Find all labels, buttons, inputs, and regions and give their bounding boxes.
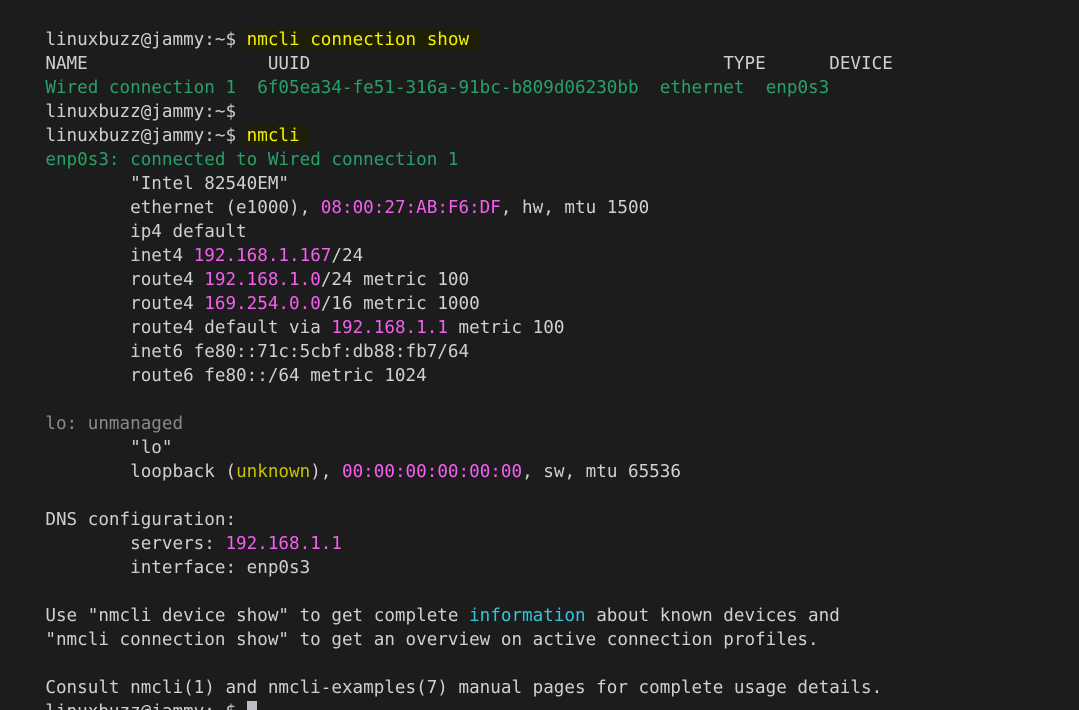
help-line3-text: Consult nmcli(1) and nmcli-examples(7) m… <box>45 678 882 698</box>
column-header-name: NAME <box>45 54 87 74</box>
route4-b-address: 169.254.0.0 <box>204 294 321 314</box>
help-line-3: Consult nmcli(1) and nmcli-examples(7) m… <box>3 652 1079 676</box>
route6-text: route6 fe80::/64 metric 1024 <box>130 366 427 386</box>
dns-servers-value: 192.168.1.1 <box>225 534 342 554</box>
prompt-space-2 <box>236 126 247 146</box>
dns-configuration-title: DNS configuration: <box>3 484 1079 508</box>
command-nmcli[interactable]: nmcli <box>247 126 300 146</box>
mac-address-lo: 00:00:00:00:00:00 <box>342 462 522 482</box>
shell-prompt-3: linuxbuzz@jammy:~$ <box>45 126 236 146</box>
product-name-enp0s3: "Intel 82540EM" <box>130 174 289 194</box>
indent <box>45 318 130 338</box>
dns-interface-value: enp0s3 <box>247 558 311 578</box>
route4-a-label: route4 <box>130 270 204 290</box>
driver-mid-lo: ), <box>310 462 342 482</box>
prompt-space <box>236 30 247 50</box>
device-status-enp0s3: connected to Wired connection 1 <box>130 150 458 170</box>
route4-a-address: 192.168.1.0 <box>204 270 321 290</box>
indent <box>45 438 130 458</box>
terminal-window[interactable]: linuxbuzz@jammy:~$ linuxbuzz@jammy:~$ nm… <box>0 0 1079 710</box>
indent <box>45 198 130 218</box>
cell-connection-type: ethernet <box>660 78 745 98</box>
indent <box>45 342 130 362</box>
indent <box>45 222 130 242</box>
gap-2 <box>310 54 723 74</box>
gap-3 <box>766 54 830 74</box>
gap-6 <box>745 78 766 98</box>
driver-suffix-enp0s3: , hw, mtu 1500 <box>501 198 649 218</box>
route4-c-label: route4 default via <box>130 318 331 338</box>
dns-servers-label: servers: <box>130 534 225 554</box>
column-header-device: DEVICE <box>829 54 893 74</box>
shell-prompt: linuxbuzz@jammy:~$ <box>45 30 236 50</box>
shell-prompt-4: linuxbuzz@jammy:~$ <box>45 702 236 710</box>
indent <box>45 558 130 578</box>
help-line1-part-b: about known devices and <box>586 606 840 626</box>
cell-connection-uuid: 6f05ea34-fe51-316a-91bc-b809d06230bb <box>257 78 638 98</box>
driver-label-enp0s3: ethernet (e1000), <box>130 198 321 218</box>
ip4-default-text: ip4 default <box>130 222 247 242</box>
dns-interface-label: interface: <box>130 558 247 578</box>
product-name-lo: "lo" <box>130 438 172 458</box>
text-cursor[interactable] <box>247 701 258 710</box>
gap-1 <box>88 54 268 74</box>
command-nmcli-connection-show[interactable]: nmcli connection show <box>247 30 469 50</box>
route4-a-rest: /24 metric 100 <box>321 270 469 290</box>
indent <box>45 534 130 554</box>
help-line1-part-a: Use "nmcli device show" to get complete <box>45 606 469 626</box>
column-header-type: TYPE <box>723 54 765 74</box>
route4-b-label: route4 <box>130 294 204 314</box>
cell-connection-name: Wired connection 1 <box>45 78 236 98</box>
indent <box>45 246 130 266</box>
help-line2-text: "nmcli connection show" to get an overvi… <box>45 630 818 650</box>
help-keyword-information: information <box>469 606 586 626</box>
driver-state-lo: unknown <box>236 462 310 482</box>
command-trailing-space <box>469 30 480 50</box>
indent <box>45 366 130 386</box>
command-trailing-space-2 <box>300 126 311 146</box>
shell-prompt-2: linuxbuzz@jammy:~$ <box>45 102 236 122</box>
indent <box>45 174 130 194</box>
inet6-text: inet6 fe80::71c:5cbf:db88:fb7/64 <box>130 342 469 362</box>
driver-suffix-lo: , sw, mtu 65536 <box>522 462 681 482</box>
cell-connection-device: enp0s3 <box>766 78 830 98</box>
gap-4 <box>236 78 257 98</box>
gap-5 <box>639 78 660 98</box>
prompt-line-command-1: linuxbuzz@jammy:~$ nmcli connection show <box>3 4 1079 28</box>
help-line-1: Use "nmcli device show" to get complete … <box>3 580 1079 604</box>
mac-address-enp0s3: 08:00:27:AB:F6:DF <box>321 198 501 218</box>
route4-c-address: 192.168.1.1 <box>331 318 448 338</box>
route4-c-rest: metric 100 <box>448 318 565 338</box>
device-name-enp0s3: enp0s3: <box>45 150 119 170</box>
prompt-space-3 <box>236 702 247 710</box>
driver-label-lo: loopback ( <box>130 462 236 482</box>
column-header-uuid: UUID <box>268 54 310 74</box>
indent <box>45 462 130 482</box>
device-name-lo: lo: <box>45 414 77 434</box>
dns-title-text: DNS configuration: <box>45 510 236 530</box>
indent <box>45 270 130 290</box>
device-status-lo: unmanaged <box>77 414 183 434</box>
inet4-address: 192.168.1.167 <box>194 246 332 266</box>
inet4-prefix: /24 <box>331 246 363 266</box>
route4-b-rest: /16 metric 1000 <box>321 294 480 314</box>
indent <box>45 294 130 314</box>
sp <box>120 150 131 170</box>
inet4-label: inet4 <box>130 246 194 266</box>
device-header-lo: lo: unmanaged <box>3 388 1079 412</box>
